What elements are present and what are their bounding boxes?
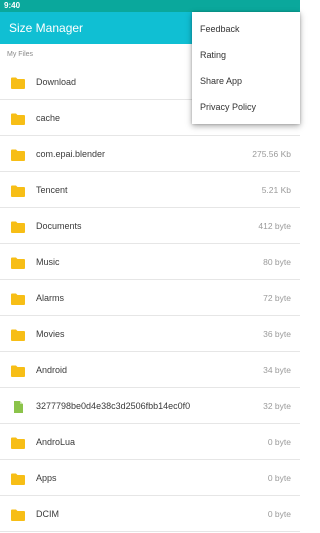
- file-row[interactable]: Tencent 5.21 Kb: [0, 172, 300, 208]
- file-size: 5.21 Kb: [261, 184, 291, 195]
- file-list: Download cache com.epai.blender 275.56 Kb Te…: [0, 64, 300, 532]
- file-size: 275.56 Kb: [252, 148, 291, 159]
- file-size: 72 byte: [263, 292, 291, 303]
- file-size: 36 byte: [263, 328, 291, 339]
- file-name: Music: [36, 256, 60, 267]
- menu-item-share-app[interactable]: Share App: [192, 68, 300, 94]
- folder-icon: [11, 112, 25, 125]
- menu-item-rating[interactable]: Rating: [192, 42, 300, 68]
- folder-icon: [11, 148, 25, 161]
- file-name: Alarms: [36, 292, 65, 303]
- folder-icon: [11, 508, 25, 521]
- file-name: Tencent: [36, 184, 68, 195]
- file-size: 0 byte: [267, 472, 291, 483]
- file-size: 34 byte: [263, 364, 291, 375]
- folder-icon: [11, 436, 25, 449]
- overflow-menu: Feedback Rating Share App Privacy Policy: [192, 12, 300, 124]
- file-size: 0 byte: [267, 436, 291, 447]
- file-name: AndroLua: [36, 436, 76, 447]
- status-bar: 9:40: [0, 0, 300, 12]
- menu-item-privacy-policy[interactable]: Privacy Policy: [192, 94, 300, 120]
- file-name: DCIM: [36, 508, 59, 519]
- folder-icon: [11, 292, 25, 305]
- folder-icon: [11, 256, 25, 269]
- folder-icon: [11, 76, 25, 89]
- file-size: 0 byte: [267, 508, 291, 519]
- file-size: 412 byte: [258, 220, 291, 231]
- folder-icon: [11, 472, 25, 485]
- status-time: 9:40: [4, 1, 21, 10]
- file-row[interactable]: DCIM 0 byte: [0, 496, 300, 532]
- app-title: Size Manager: [9, 21, 84, 35]
- file-name: com.epai.blender: [36, 148, 106, 159]
- file-row[interactable]: Apps 0 byte: [0, 460, 300, 496]
- file-row[interactable]: Music 80 byte: [0, 244, 300, 280]
- file-icon: [11, 400, 25, 413]
- menu-item-feedback[interactable]: Feedback: [192, 16, 300, 42]
- file-size: 32 byte: [263, 400, 291, 411]
- file-row[interactable]: 3277798be0d4e38c3d2506fbb14ec0f0 32 byte: [0, 388, 300, 424]
- file-row[interactable]: Documents 412 byte: [0, 208, 300, 244]
- folder-icon: [11, 184, 25, 197]
- file-size: 80 byte: [263, 256, 291, 267]
- file-row[interactable]: AndroLua 0 byte: [0, 424, 300, 460]
- file-name: Documents: [36, 220, 82, 231]
- folder-icon: [11, 328, 25, 341]
- file-name: 3277798be0d4e38c3d2506fbb14ec0f0: [36, 400, 191, 411]
- file-row[interactable]: Alarms 72 byte: [0, 280, 300, 316]
- file-name: Android: [36, 364, 68, 375]
- file-row[interactable]: Android 34 byte: [0, 352, 300, 388]
- folder-icon: [11, 364, 25, 377]
- file-row[interactable]: com.epai.blender 275.56 Kb: [0, 136, 300, 172]
- file-row[interactable]: Movies 36 byte: [0, 316, 300, 352]
- file-name: Movies: [36, 328, 65, 339]
- folder-icon: [11, 220, 25, 233]
- file-name: Apps: [36, 472, 57, 483]
